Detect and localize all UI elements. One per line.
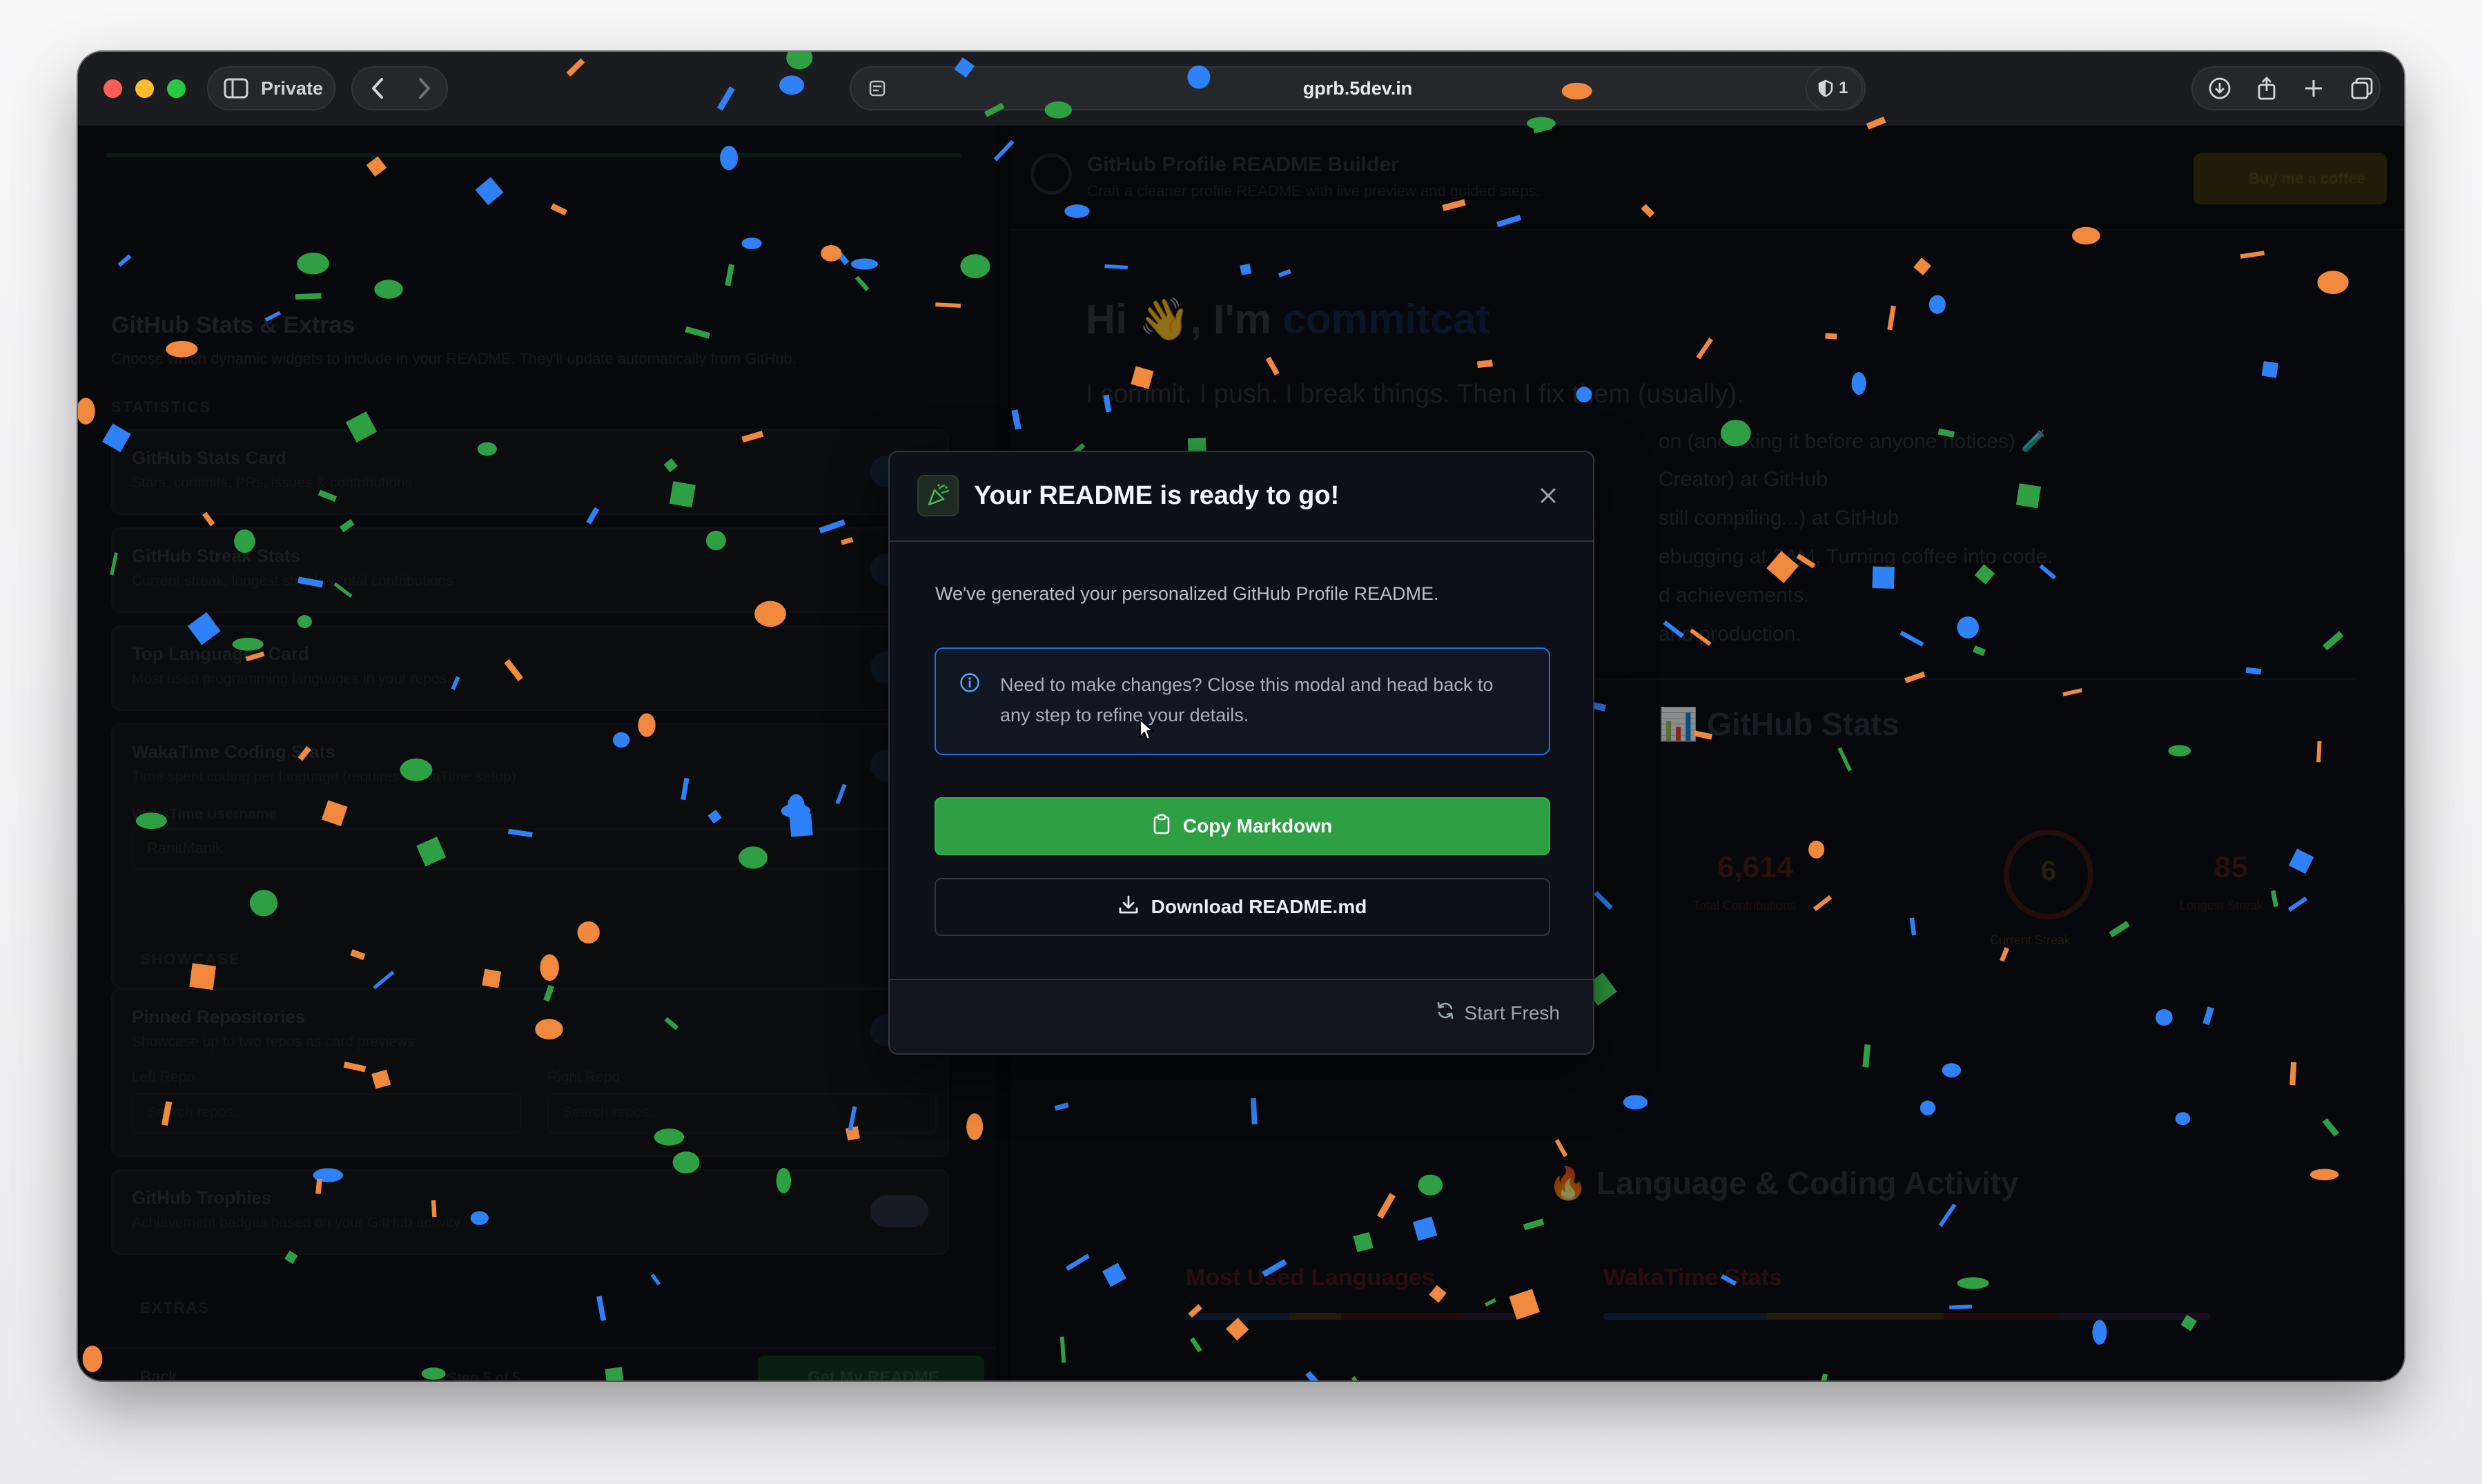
download-readme-button[interactable]: Download README.md <box>935 878 1550 936</box>
new-tab-icon[interactable] <box>2303 78 2324 99</box>
shield-count: 1 <box>1839 79 1848 97</box>
url-text: gprb.5dev.in <box>1302 78 1413 99</box>
download-icon <box>1118 895 1139 920</box>
mouse-cursor <box>1139 719 1155 745</box>
start-fresh-button[interactable]: Start Fresh <box>1436 1001 1560 1025</box>
close-window-button[interactable] <box>104 79 122 98</box>
tab-overview-icon[interactable] <box>2350 77 2374 100</box>
info-text: Need to make changes? Close this modal a… <box>1000 674 1494 725</box>
zoom-window-button[interactable] <box>167 79 186 98</box>
browser-toolbar: Private gprb.5dev.in 1 <box>78 52 2404 127</box>
minimize-window-button[interactable] <box>135 79 154 98</box>
info-callout: Need to make changes? Close this modal a… <box>935 647 1550 755</box>
browser-actions <box>2191 66 2381 110</box>
download-readme-label: Download README.md <box>1151 896 1367 917</box>
modal-title: Your README is ready to go! <box>974 481 1340 510</box>
start-fresh-label: Start Fresh <box>1464 1002 1560 1024</box>
forward-arrow-icon[interactable] <box>416 77 433 100</box>
modal-footer: Start Fresh <box>890 979 1593 1053</box>
modal-header: Your README is ready to go! <box>890 452 1593 542</box>
copy-markdown-button[interactable]: Copy Markdown <box>935 797 1550 855</box>
copy-markdown-label: Copy Markdown <box>1182 815 1333 837</box>
sidebar-icon <box>224 78 248 99</box>
shield-icon <box>1818 79 1833 97</box>
clipboard-icon <box>1153 814 1171 839</box>
modal-description: We've generated your personalized GitHub… <box>935 583 1439 604</box>
history-nav <box>351 66 448 110</box>
back-arrow-icon[interactable] <box>369 77 386 100</box>
browser-window: Private gprb.5dev.in 1 GitHub Stats & Ex… <box>78 52 2404 1380</box>
refresh-icon <box>1436 1001 1455 1025</box>
downloads-icon[interactable] <box>2208 77 2231 100</box>
share-icon[interactable] <box>2256 76 2277 101</box>
address-bar[interactable]: gprb.5dev.in <box>850 66 1866 110</box>
info-icon <box>959 672 980 696</box>
readme-ready-modal: Your README is ready to go! We've genera… <box>888 451 1594 1055</box>
privacy-shield-button[interactable]: 1 <box>1806 66 1863 110</box>
private-label: Private <box>261 77 324 99</box>
close-icon[interactable] <box>1532 480 1564 511</box>
sidebar-private-button[interactable]: Private <box>207 66 335 110</box>
party-popper-icon <box>917 475 959 516</box>
